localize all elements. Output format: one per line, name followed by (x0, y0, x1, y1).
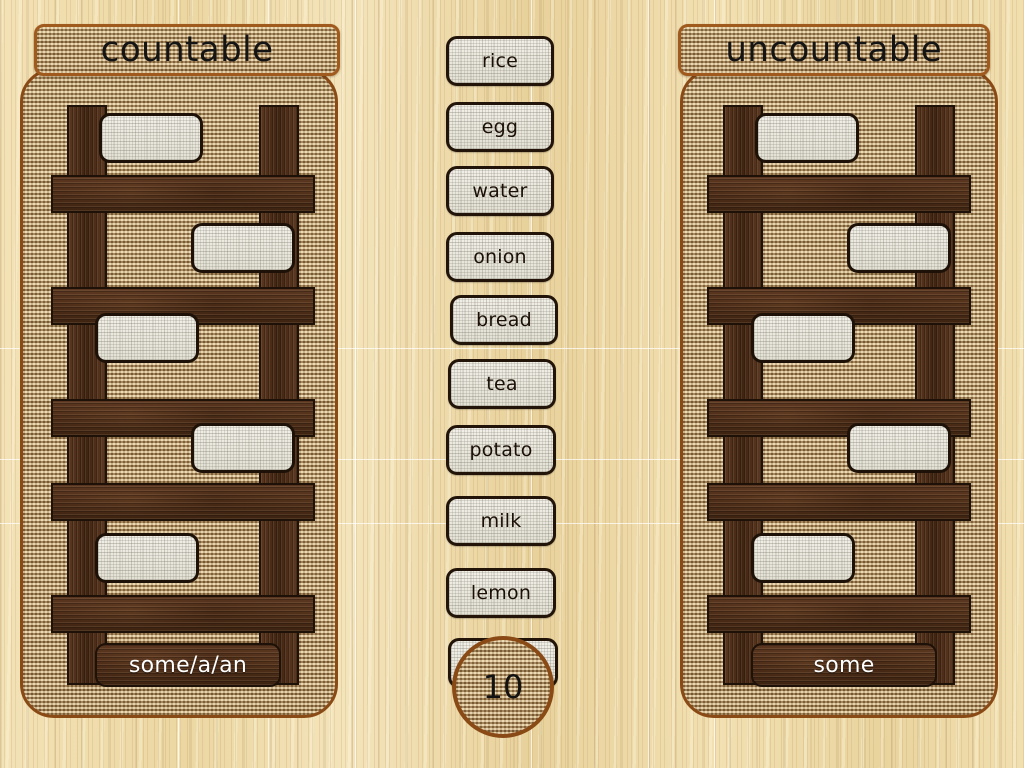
uncountable-title-bar: uncountable (678, 24, 990, 76)
drop-slot[interactable] (95, 313, 199, 363)
word-card-potato[interactable]: potato (446, 425, 556, 475)
ladder-rung (707, 595, 971, 633)
drop-slot[interactable] (191, 423, 295, 473)
drop-slot[interactable] (95, 533, 199, 583)
countable-article-text: some/a/an (128, 652, 248, 678)
word-card-label: tea (486, 372, 518, 395)
word-card-label: onion (473, 245, 527, 268)
drop-slot[interactable] (755, 113, 859, 163)
drop-slot[interactable] (191, 223, 295, 273)
uncountable-title-text: uncountable (725, 29, 943, 70)
word-card-onion[interactable]: onion (446, 232, 554, 282)
drop-slot[interactable] (751, 533, 855, 583)
uncountable-article-plaque: some (751, 643, 937, 687)
word-card-lemon[interactable]: lemon (446, 568, 556, 618)
word-card-water[interactable]: water (446, 166, 554, 216)
word-card-tea[interactable]: tea (448, 359, 556, 409)
word-card-label: milk (480, 509, 522, 532)
countable-title-bar: countable (34, 24, 340, 76)
word-card-label: lemon (470, 581, 532, 604)
word-card-milk[interactable]: milk (446, 496, 556, 546)
word-card-label: water (472, 179, 528, 202)
ladder-rung (51, 483, 315, 521)
word-card-label: rice (481, 49, 519, 72)
word-card-rice[interactable]: rice (446, 36, 554, 86)
word-card-label: bread (476, 308, 532, 331)
drop-slot[interactable] (751, 313, 855, 363)
countable-article-plaque: some/a/an (95, 643, 281, 687)
ladder-rung (51, 175, 315, 213)
uncountable-article-text: some (813, 652, 875, 678)
drop-slot[interactable] (847, 423, 951, 473)
countable-title-text: countable (100, 29, 274, 70)
word-card-label: potato (469, 438, 533, 461)
remaining-count-value: 10 (482, 668, 524, 706)
gridline-vertical (355, 0, 356, 768)
activity-stage: countable some/a/an rice egg water onion… (0, 0, 1024, 768)
uncountable-ladder-body: some (680, 68, 998, 718)
countable-ladder-body: some/a/an (20, 68, 338, 718)
word-card-bread[interactable]: bread (450, 295, 558, 345)
remaining-count-badge: 10 (452, 636, 554, 738)
ladder-rung (707, 175, 971, 213)
ladder-rung (707, 483, 971, 521)
drop-slot[interactable] (99, 113, 203, 163)
word-card-label: egg (481, 115, 519, 138)
word-card-egg[interactable]: egg (446, 102, 554, 152)
gridline-vertical (648, 0, 649, 768)
drop-slot[interactable] (847, 223, 951, 273)
ladder-rung (51, 595, 315, 633)
